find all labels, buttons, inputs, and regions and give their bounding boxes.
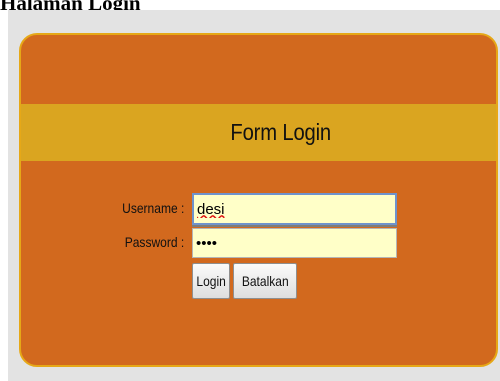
cancel-button-label: Batalkan xyxy=(241,273,289,289)
password-row: Password : xyxy=(21,227,496,259)
login-panel: Form Login Username : Password : Login B… xyxy=(19,33,498,367)
form-title: Form Login xyxy=(230,119,332,145)
login-button-label: Login xyxy=(196,273,226,289)
username-label: Username : xyxy=(121,200,184,216)
username-input[interactable] xyxy=(192,193,397,225)
password-label: Password : xyxy=(124,234,184,250)
button-row: Login Batalkan xyxy=(21,263,496,299)
login-button[interactable]: Login xyxy=(192,263,230,299)
username-row: Username : xyxy=(21,193,496,225)
password-input[interactable] xyxy=(192,228,397,258)
cancel-button[interactable]: Batalkan xyxy=(233,263,297,299)
